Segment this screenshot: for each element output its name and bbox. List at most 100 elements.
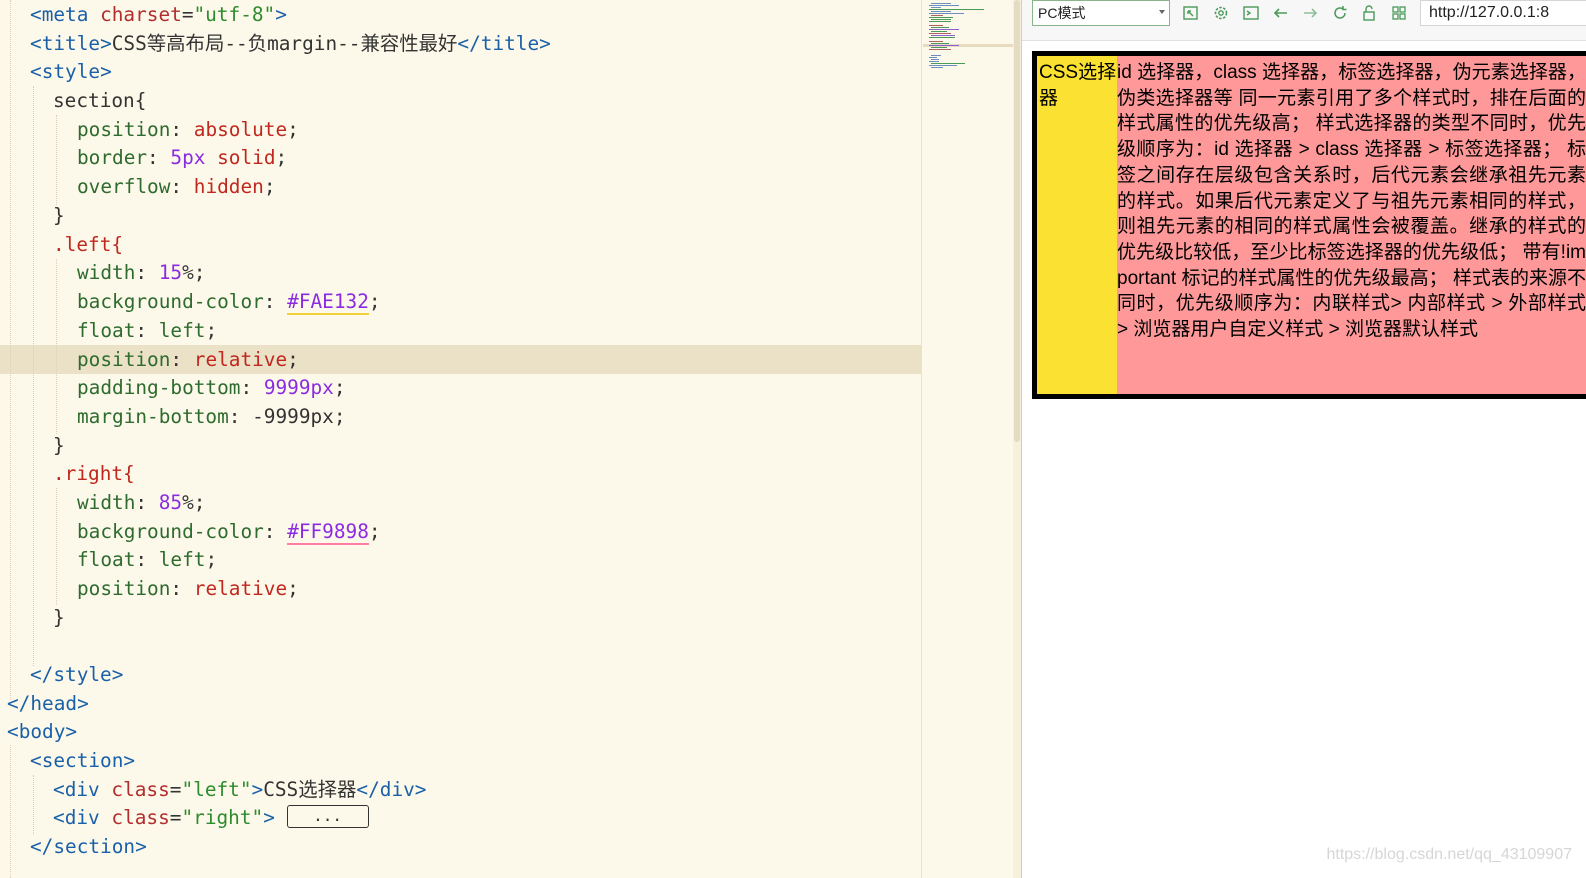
minimap-line: [929, 45, 959, 46]
code-line-body-open[interactable]: <body>: [7, 717, 77, 746]
tag-name: head: [30, 692, 78, 715]
css-selector: section{: [53, 89, 147, 112]
tag-name: div: [379, 778, 415, 801]
attr-value: "utf-8": [193, 3, 276, 26]
css-unit: %: [182, 491, 194, 514]
minimap-line: [929, 17, 953, 18]
code-minimap[interactable]: [921, 0, 1014, 878]
minimap-line: [931, 55, 941, 56]
editor-scrollbar-thumb[interactable]: [1014, 0, 1020, 442]
code-line-brace[interactable]: }: [53, 603, 65, 632]
code-line-section-close[interactable]: </section>: [30, 832, 147, 861]
indent-guide: [56, 259, 57, 434]
css-number: 9999px: [263, 376, 334, 399]
back-arrow-icon[interactable]: [1272, 4, 1290, 22]
css-property: margin-bottom: [77, 405, 229, 428]
code-line-brace[interactable]: }: [53, 201, 65, 230]
browser-preview-pane: PC模式 http://127.0.0.1:8 CSS选择器 id 选择器，cl…: [1022, 0, 1586, 878]
indent-guide: [10, 745, 11, 878]
code-line-selector-right[interactable]: .right{: [53, 459, 135, 488]
url-input[interactable]: http://127.0.0.1:8: [1420, 0, 1586, 26]
minimap-line: [931, 15, 943, 16]
code-line-head-close[interactable]: </head>: [7, 689, 89, 718]
code-line-meta[interactable]: <meta charset="utf-8">: [30, 0, 287, 29]
minimap-line: [931, 27, 949, 28]
code-line-prop[interactable]: width: 15%;: [77, 258, 205, 287]
minimap-line: [929, 37, 955, 38]
css-value: left: [158, 319, 206, 342]
code-line-prop[interactable]: border: 5px solid;: [77, 143, 287, 172]
watermark-text: https://blog.csdn.net/qq_43109907: [1326, 846, 1572, 863]
minimap-line: [931, 7, 941, 8]
code-line-selector-left[interactable]: .left{: [53, 230, 123, 259]
css-color-value: #FF9898: [287, 520, 369, 545]
code-line-prop[interactable]: background-color: #FF9898;: [77, 517, 381, 546]
code-line-prop[interactable]: background-color: #FAE132;: [77, 287, 381, 316]
code-line-prop[interactable]: float: left;: [77, 545, 217, 574]
css-property: position: [77, 348, 171, 371]
external-window-icon[interactable]: [1182, 4, 1200, 22]
minimap-line: [929, 13, 964, 14]
rendered-left-column: CSS选择器: [1037, 56, 1117, 394]
minimap-line: [931, 31, 947, 32]
minimap-line: [931, 35, 955, 36]
attr-name: class: [111, 806, 170, 829]
grid-icon[interactable]: [1390, 4, 1408, 22]
tag-name: title: [480, 32, 540, 55]
minimap-line: [929, 49, 951, 50]
css-property: position: [77, 118, 171, 141]
forward-arrow-icon[interactable]: [1301, 4, 1319, 22]
code-line-prop[interactable]: overflow: hidden;: [77, 172, 276, 201]
code-editor[interactable]: <meta charset="utf-8"> <title>CSS等高布局--负…: [0, 0, 921, 878]
css-color-value: #FAE132: [287, 290, 369, 315]
code-line-prop[interactable]: margin-bottom: -9999px;: [77, 402, 346, 431]
code-line-brace[interactable]: }: [53, 431, 65, 460]
css-selector: .left{: [53, 233, 124, 256]
code-line-prop[interactable]: float: left;: [77, 316, 217, 345]
minimap-line: [929, 65, 957, 66]
code-line-selector-section[interactable]: section{: [53, 86, 146, 115]
settings-gear-icon[interactable]: [1212, 4, 1230, 22]
tag-name: title: [41, 32, 101, 55]
minimap-line: [931, 67, 943, 68]
code-line-title[interactable]: <title>CSS等高布局--负margin--兼容性最好</title>: [30, 29, 551, 58]
element-text: CSS选择器: [263, 778, 357, 801]
lock-icon[interactable]: [1360, 4, 1378, 22]
code-line-section-open[interactable]: <section>: [30, 746, 135, 775]
css-property: background-color: [77, 290, 264, 313]
css-number: 85: [158, 491, 183, 514]
tag-name: div: [64, 778, 100, 801]
mode-select-dropdown[interactable]: PC模式: [1032, 0, 1170, 26]
preview-toolbar: PC模式 http://127.0.0.1:8: [1022, 0, 1586, 41]
css-property: background-color: [77, 520, 264, 543]
code-line-prop-current[interactable]: position: relative;: [77, 345, 299, 374]
minimap-line: [929, 25, 943, 26]
indent-guide: [33, 775, 34, 835]
code-line-style-close[interactable]: </style>: [30, 660, 123, 689]
minimap-line: [931, 19, 951, 20]
code-line-prop[interactable]: width: 85%;: [77, 488, 205, 517]
minimap-line: [929, 5, 959, 6]
attr-value: "left": [181, 778, 252, 801]
minimap-line: [931, 3, 951, 4]
tag-name: style: [41, 60, 101, 83]
console-icon[interactable]: [1242, 4, 1260, 22]
css-property: position: [77, 577, 171, 600]
reload-icon[interactable]: [1331, 4, 1349, 22]
folded-code-button[interactable]: ...: [286, 805, 369, 828]
code-line-div-right[interactable]: <div class="right"> ...: [53, 803, 369, 832]
code-line-div-left[interactable]: <div class="left">CSS选择器</div>: [53, 775, 426, 804]
code-line-prop[interactable]: padding-bottom: 9999px;: [77, 373, 346, 402]
css-property: float: [77, 319, 136, 342]
tag-name: meta: [41, 3, 89, 26]
brace: }: [53, 204, 65, 227]
css-number: 5px: [170, 146, 206, 169]
code-line-prop[interactable]: position: absolute;: [77, 115, 299, 144]
tag-name: body: [18, 720, 66, 743]
css-selector: .right{: [53, 462, 135, 485]
code-line-style-open[interactable]: <style>: [30, 57, 112, 86]
minimap-line: [931, 43, 949, 44]
chevron-down-icon: [1159, 10, 1165, 14]
code-line-prop[interactable]: position: relative;: [77, 574, 299, 603]
css-value: left: [158, 548, 206, 571]
